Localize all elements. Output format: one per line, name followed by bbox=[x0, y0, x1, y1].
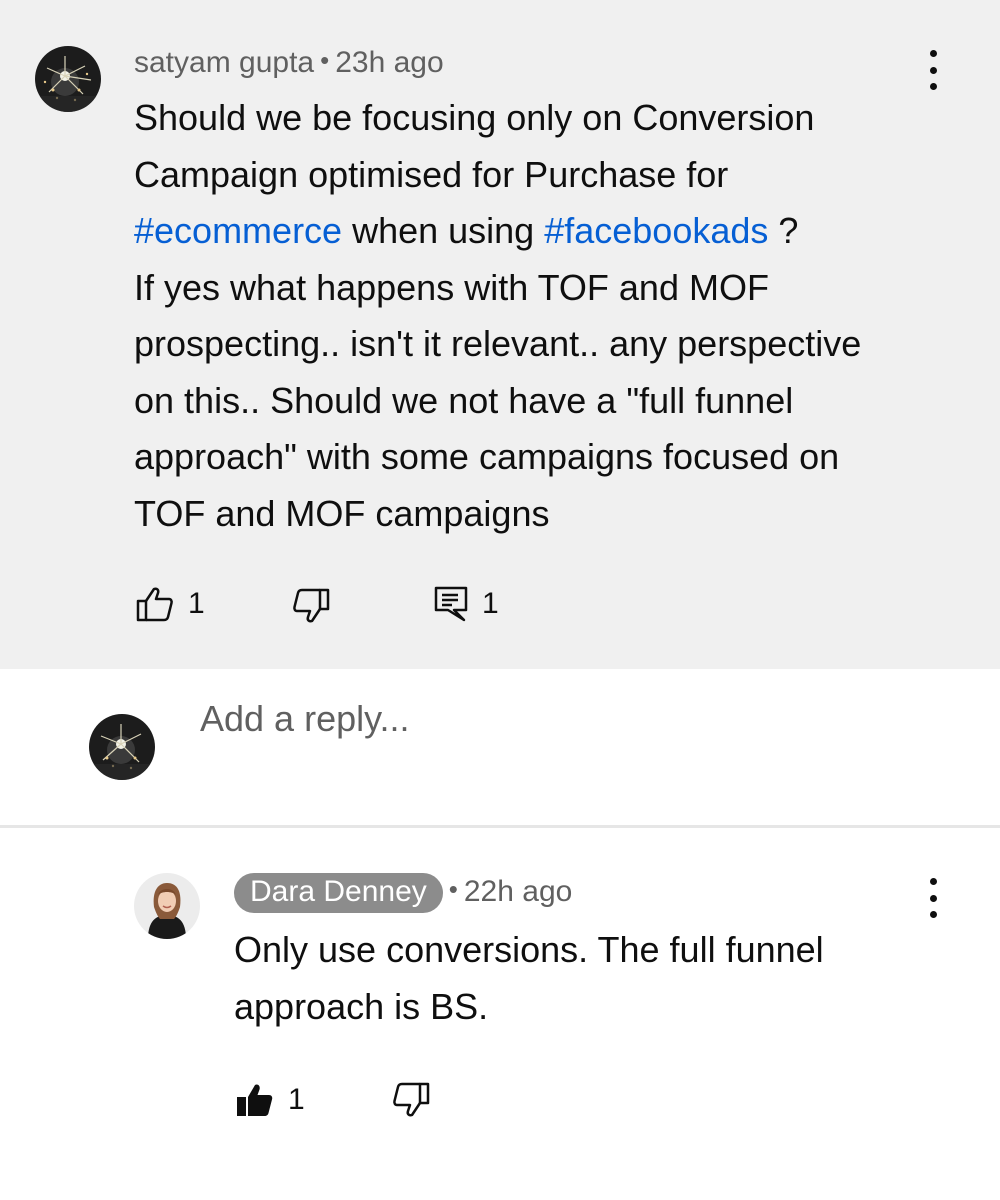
reply-meta: Dara Denney • 22h ago bbox=[234, 873, 572, 913]
like-count: 1 bbox=[188, 587, 205, 620]
add-reply-input[interactable]: Add a reply... bbox=[200, 698, 409, 740]
hashtag-link[interactable]: #facebookads bbox=[544, 210, 768, 251]
comment-reply-icon bbox=[434, 586, 468, 622]
reply-button[interactable]: 1 bbox=[434, 586, 499, 622]
reply-like-count: 1 bbox=[288, 1083, 305, 1116]
comment-text-line: TOF and MOF campaigns bbox=[134, 492, 550, 534]
like-button[interactable]: 1 bbox=[136, 586, 205, 622]
meta-separator: • bbox=[320, 45, 330, 75]
reply-dislike-button[interactable] bbox=[392, 1082, 430, 1118]
commenter-avatar[interactable] bbox=[35, 46, 101, 112]
comment-text-line: #ecommerce when using #facebookads ? bbox=[134, 203, 974, 260]
more-vert-icon[interactable] bbox=[923, 50, 943, 90]
comment-meta: satyam gupta • 23h ago bbox=[134, 45, 444, 80]
comment-text: Should we be focusing only on Conversion… bbox=[134, 90, 974, 542]
reply-text: Only use conversions. The full funnel ap… bbox=[234, 922, 974, 1035]
comment-text-line: prospecting.. isn't it relevant.. any pe… bbox=[134, 323, 862, 364]
comment-text-line: Should we be focusing only on Conversion bbox=[134, 97, 815, 138]
reply-count: 1 bbox=[482, 587, 499, 620]
comment-text-fragment: ? bbox=[768, 210, 799, 251]
comment-time[interactable]: 23h ago bbox=[335, 46, 443, 79]
meta-separator: • bbox=[448, 874, 458, 904]
thumb-down-outline-icon bbox=[292, 588, 330, 624]
reply-like-button[interactable]: 1 bbox=[236, 1082, 305, 1118]
comment-thread-parent: satyam gupta • 23h ago Should we be focusi… bbox=[0, 0, 1000, 669]
thumb-down-outline-icon bbox=[392, 1082, 430, 1118]
divider bbox=[0, 825, 1000, 828]
thumb-up-outline-icon bbox=[136, 586, 174, 622]
dislike-button[interactable] bbox=[292, 588, 330, 624]
comment-text-line: If yes what happens with TOF and MOF bbox=[134, 266, 769, 308]
hashtag-link[interactable]: #ecommerce bbox=[134, 210, 342, 251]
comment-author[interactable]: satyam gupta bbox=[134, 46, 314, 79]
comment-text-fragment: when using bbox=[342, 210, 545, 251]
thumb-up-filled-icon bbox=[236, 1082, 274, 1118]
reply-input-row: Add a reply... bbox=[0, 669, 1000, 825]
reply-text-line: Only use conversions. The full funnel bbox=[234, 929, 824, 970]
comment-text-line: approach" with some campaigns focused on bbox=[134, 436, 840, 477]
comment-text-line: Campaign optimised for Purchase for bbox=[134, 153, 729, 195]
reply-time[interactable]: 22h ago bbox=[464, 875, 572, 908]
comment-text-line: on this.. Should we not have a "full fun… bbox=[134, 379, 794, 421]
more-vert-icon[interactable] bbox=[923, 878, 943, 918]
reply-author-chip[interactable]: Dara Denney bbox=[234, 873, 443, 913]
reply-text-line: approach is BS. bbox=[234, 985, 489, 1027]
reply-author-avatar[interactable] bbox=[134, 873, 200, 939]
current-user-avatar bbox=[89, 714, 155, 780]
